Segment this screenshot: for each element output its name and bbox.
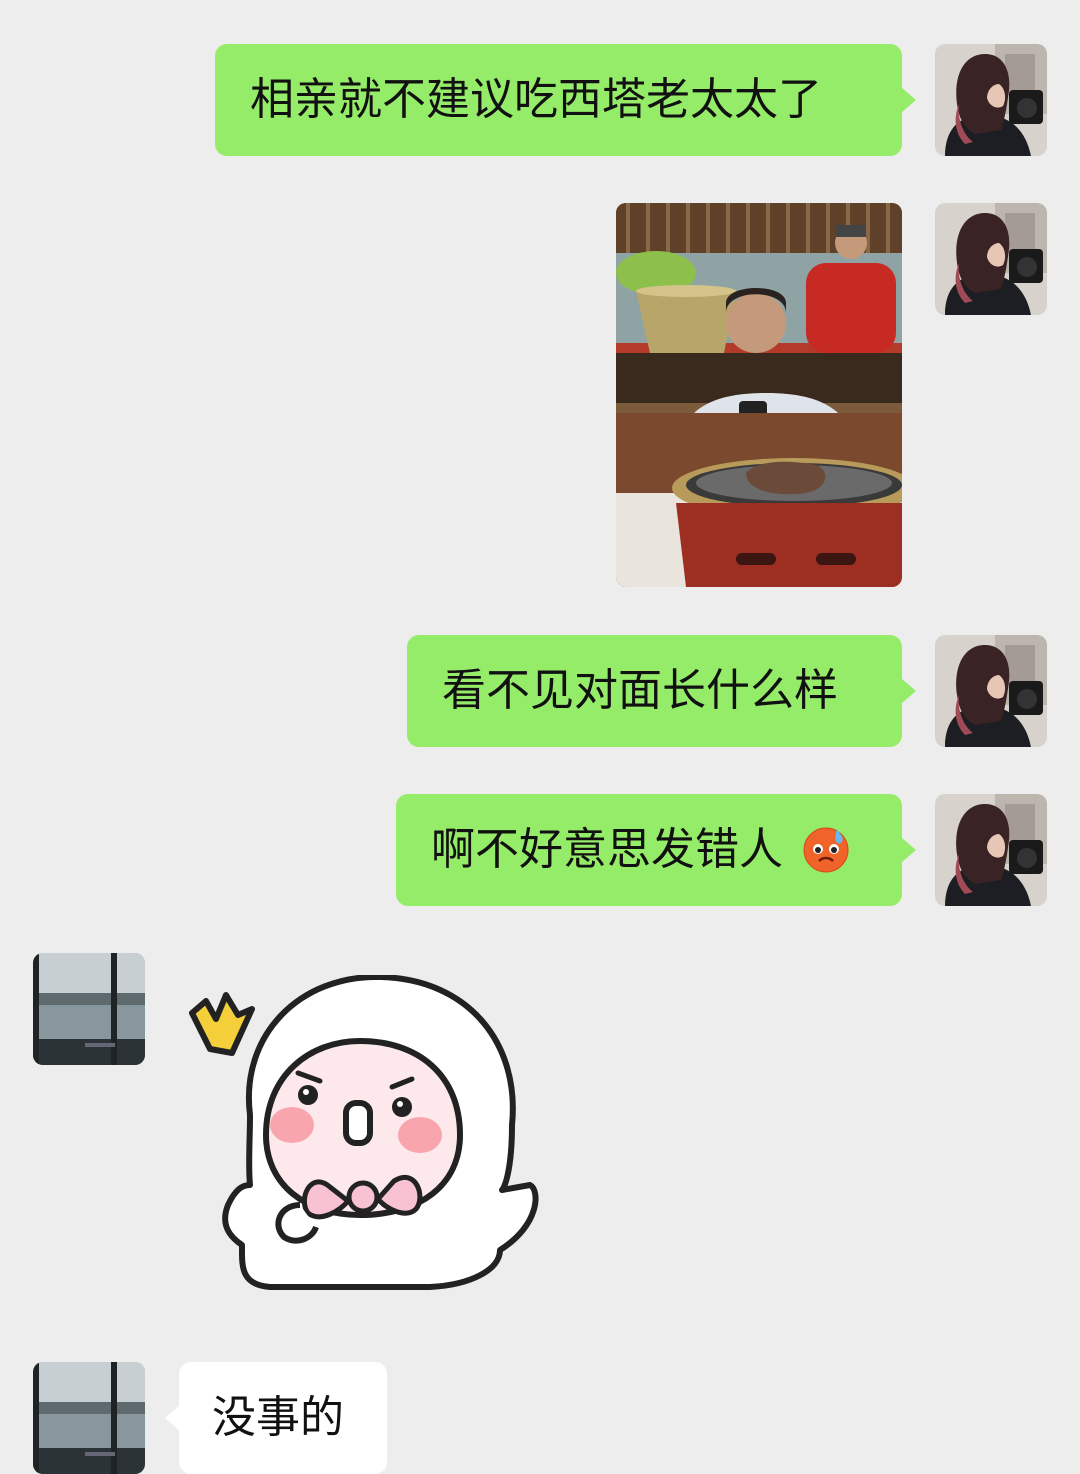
bubble-tail bbox=[902, 838, 916, 862]
bubble-tail bbox=[165, 1406, 179, 1430]
message-text: 啊不好意思发错人 bbox=[431, 824, 783, 875]
message-text: 看不见对面长什么样 bbox=[442, 665, 838, 716]
message-bubble-1[interactable]: 相亲就不建议吃西塔老太太了 bbox=[215, 44, 902, 156]
contact-avatar[interactable] bbox=[33, 1362, 145, 1474]
message-text: 相亲就不建议吃西塔老太太了 bbox=[250, 74, 822, 125]
shared-photo[interactable] bbox=[616, 203, 902, 587]
my-avatar[interactable] bbox=[935, 794, 1047, 906]
chat-thread: 相亲就不建议吃西塔老太太了 看不见对面长什么样 啊不好意思发错人 没事的 bbox=[0, 0, 1080, 1474]
my-avatar[interactable] bbox=[935, 203, 1047, 315]
bubble-tail bbox=[902, 679, 916, 703]
surprised-doll-sticker-icon[interactable] bbox=[180, 973, 550, 1305]
my-avatar[interactable] bbox=[935, 44, 1047, 156]
anxious-sweat-emoji-icon bbox=[803, 827, 849, 873]
my-avatar[interactable] bbox=[935, 635, 1047, 747]
message-bubble-6[interactable]: 没事的 bbox=[179, 1362, 387, 1474]
message-text: 没事的 bbox=[212, 1392, 344, 1443]
message-bubble-4[interactable]: 啊不好意思发错人 bbox=[396, 794, 902, 906]
message-bubble-3[interactable]: 看不见对面长什么样 bbox=[407, 635, 902, 747]
contact-avatar[interactable] bbox=[33, 953, 145, 1065]
bubble-tail bbox=[902, 88, 916, 112]
